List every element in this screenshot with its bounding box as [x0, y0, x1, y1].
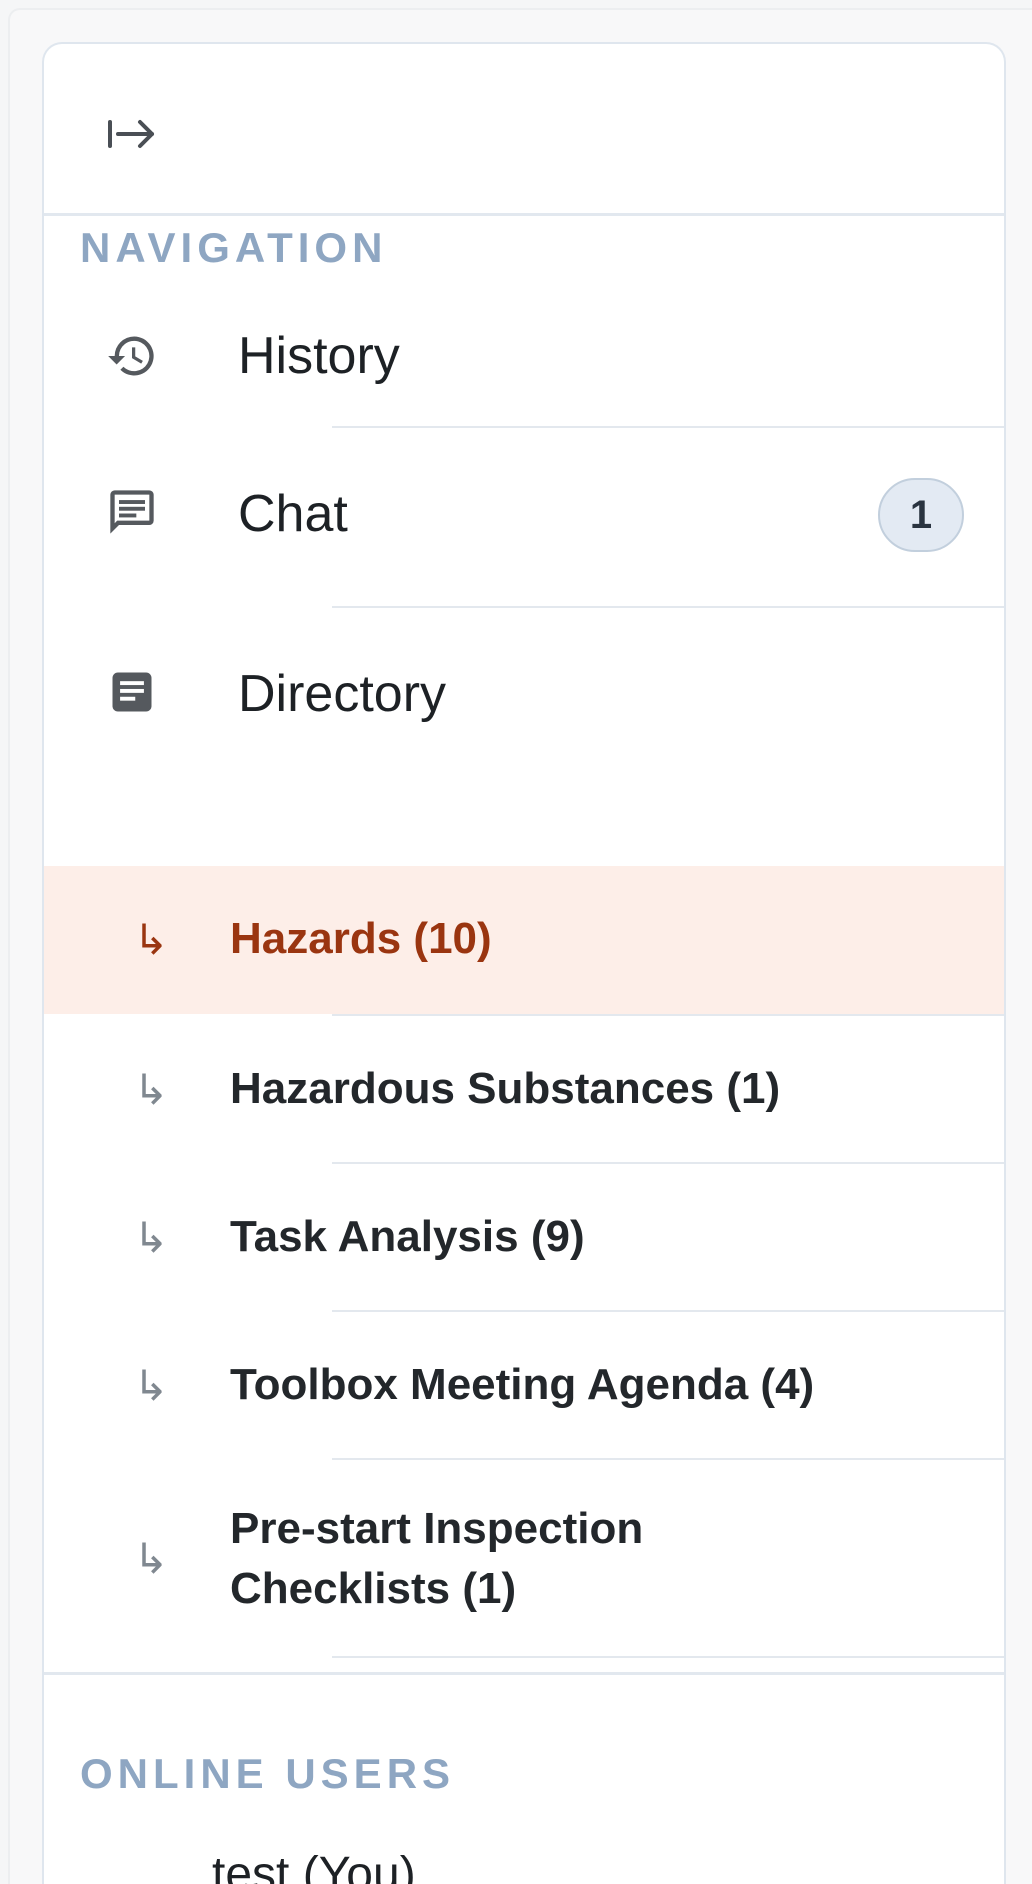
sub-item-task-analysis[interactable]: ↳ Task Analysis (9) [44, 1164, 1004, 1310]
nav-item-chat[interactable]: Chat 1 [44, 428, 1004, 606]
return-arrow-icon: ↳ [133, 915, 169, 963]
return-arrow-icon: ↳ [133, 1213, 169, 1261]
return-arrow-icon: ↳ [133, 1065, 169, 1113]
expand-right-icon[interactable] [92, 94, 172, 174]
sidebar-header [44, 44, 1004, 216]
document-icon [102, 662, 162, 722]
sub-item-label: Hazardous Substances (1) [230, 1064, 781, 1113]
sub-item-hazards[interactable]: ↳ Hazards (10) [44, 866, 1004, 1014]
return-arrow-icon: ↳ [133, 1534, 169, 1582]
history-icon [102, 326, 162, 386]
nav-item-label: History [238, 327, 400, 385]
divider [332, 1656, 1004, 1658]
sub-item-label: Toolbox Meeting Agenda (4) [230, 1360, 815, 1409]
unread-count-badge: 1 [878, 478, 964, 552]
sub-item-hazardous-substances[interactable]: ↳ Hazardous Substances (1) [44, 1016, 1004, 1162]
navigation-section-label: NAVIGATION [80, 224, 388, 271]
chat-icon [102, 482, 162, 542]
sidebar-panel: NAVIGATION History Chat 1 Directory ↳ Ha… [42, 42, 1006, 1884]
section-divider [44, 1672, 1004, 1675]
return-arrow-icon: ↳ [133, 1361, 169, 1409]
online-users-section-label: ONLINE USERS [80, 1750, 456, 1797]
sub-item-label: Task Analysis (9) [230, 1212, 585, 1261]
sub-item-toolbox-meeting-agenda[interactable]: ↳ Toolbox Meeting Agenda (4) [44, 1312, 1004, 1458]
sub-item-label: Hazards (10) [230, 914, 492, 963]
online-user-name[interactable]: test (You) [212, 1844, 416, 1884]
sub-item-label-line2: Checklists (1) [230, 1564, 517, 1613]
sub-item-label-line1: Pre-start Inspection [230, 1504, 644, 1553]
nav-item-history[interactable]: History [44, 286, 1004, 426]
sub-item-pre-start-inspection-checklists[interactable]: ↳ Pre-start Inspection Checklists (1) [44, 1460, 1004, 1656]
nav-item-label: Directory [238, 665, 447, 723]
nav-item-directory[interactable]: Directory [44, 608, 1004, 784]
nav-item-label: Chat [238, 485, 348, 543]
